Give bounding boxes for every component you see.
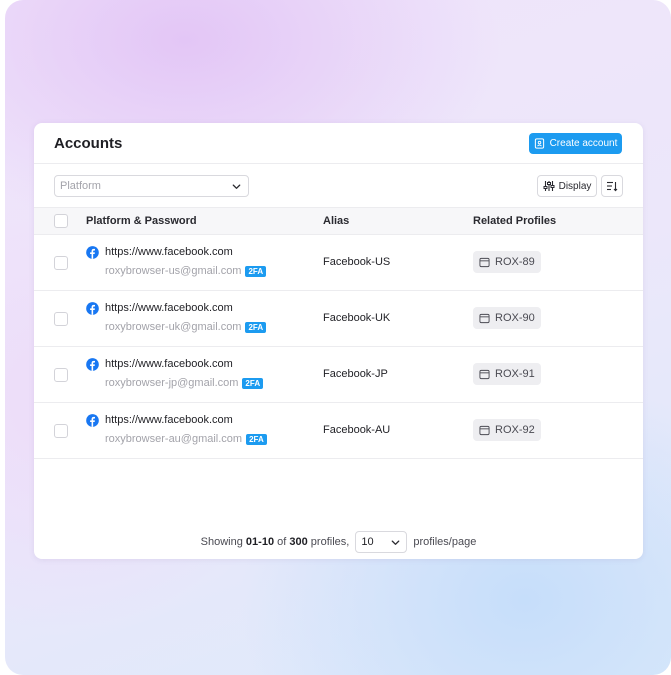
row-checkbox[interactable] [54,424,68,438]
email-text: roxybrowser-uk@gmail.com [105,321,242,333]
platform-url[interactable]: https://www.facebook.com [105,358,233,370]
column-platform-password: Platform & Password [86,215,197,227]
account-icon [534,138,544,149]
select-all-checkbox[interactable] [54,214,68,228]
browser-window-icon [479,369,490,379]
display-label: Display [558,180,592,192]
accounts-card: Accounts Create account Platform Display… [34,123,643,559]
profile-label: ROX-89 [495,256,535,268]
platform-select[interactable]: Platform [54,175,249,197]
create-account-label: Create account [549,138,618,149]
table-row: https://www.facebook.com roxybrowser-au@… [34,403,643,459]
alias-text: Facebook-UK [323,312,391,324]
facebook-icon [86,302,99,315]
sort-button[interactable] [601,175,623,197]
browser-window-icon [479,257,490,267]
account-email: roxybrowser-jp@gmail.com 2FA [105,377,264,389]
facebook-icon [86,246,99,259]
facebook-icon [86,414,99,427]
facebook-icon [86,358,99,371]
platform-url[interactable]: https://www.facebook.com [105,246,233,258]
sort-icon [607,181,618,192]
email-text: roxybrowser-au@gmail.com [105,433,243,445]
chevron-down-icon [391,540,400,545]
2fa-badge: 2FA [245,321,267,333]
browser-window-icon [479,313,490,323]
page-size-value: 10 [361,536,374,548]
platform-url[interactable]: https://www.facebook.com [105,302,233,314]
profile-label: ROX-90 [495,312,535,324]
table-header: Platform & Password Alias Related Profil… [34,207,643,235]
account-email: roxybrowser-au@gmail.com 2FA [105,433,267,445]
showing-range: 01-10 [245,536,275,548]
profile-tag[interactable]: ROX-91 [473,363,541,385]
of-text: of [277,536,287,548]
account-email: roxybrowser-us@gmail.com 2FA [105,265,267,277]
email-text: roxybrowser-us@gmail.com [105,265,242,277]
sliders-icon [543,181,555,191]
row-checkbox[interactable] [54,256,68,270]
column-alias: Alias [323,215,350,227]
per-page-text: profiles/page [413,536,477,548]
total-count: 300 [289,536,308,548]
chevron-down-icon [232,184,241,189]
card-header: Accounts Create account [34,123,643,164]
table-row: https://www.facebook.com roxybrowser-us@… [34,235,643,291]
2fa-badge: 2FA [242,377,264,389]
2fa-badge: 2FA [245,265,267,277]
row-checkbox[interactable] [54,368,68,382]
profile-tag[interactable]: ROX-89 [473,251,541,273]
table-body: https://www.facebook.com roxybrowser-us@… [34,235,643,459]
row-checkbox[interactable] [54,312,68,326]
page-title: Accounts [54,135,123,152]
alias-text: Facebook-JP [323,368,388,380]
profile-tag[interactable]: ROX-90 [473,307,541,329]
create-account-button[interactable]: Create account [529,133,622,154]
platform-url[interactable]: https://www.facebook.com [105,414,233,426]
page-size-select[interactable]: 10 [355,531,408,553]
platform-placeholder: Platform [60,180,101,192]
email-text: roxybrowser-jp@gmail.com [105,377,239,389]
pagination-footer: Showing 01-10 of 300 profiles, 10 profil… [34,531,643,553]
showing-prefix: Showing [200,536,243,548]
column-related-profiles: Related Profiles [473,215,557,227]
alias-text: Facebook-AU [323,424,391,436]
2fa-badge: 2FA [246,433,267,445]
table-row: https://www.facebook.com roxybrowser-uk@… [34,291,643,347]
toolbar: Platform Display [34,164,643,207]
profile-label: ROX-92 [495,424,535,436]
profile-label: ROX-91 [495,368,535,380]
table-row: https://www.facebook.com roxybrowser-jp@… [34,347,643,403]
alias-text: Facebook-US [323,256,391,268]
profiles-text: profiles, [310,536,350,548]
profile-tag[interactable]: ROX-92 [473,419,541,441]
browser-window-icon [479,425,490,435]
display-button[interactable]: Display [537,175,597,197]
account-email: roxybrowser-uk@gmail.com 2FA [105,321,267,333]
